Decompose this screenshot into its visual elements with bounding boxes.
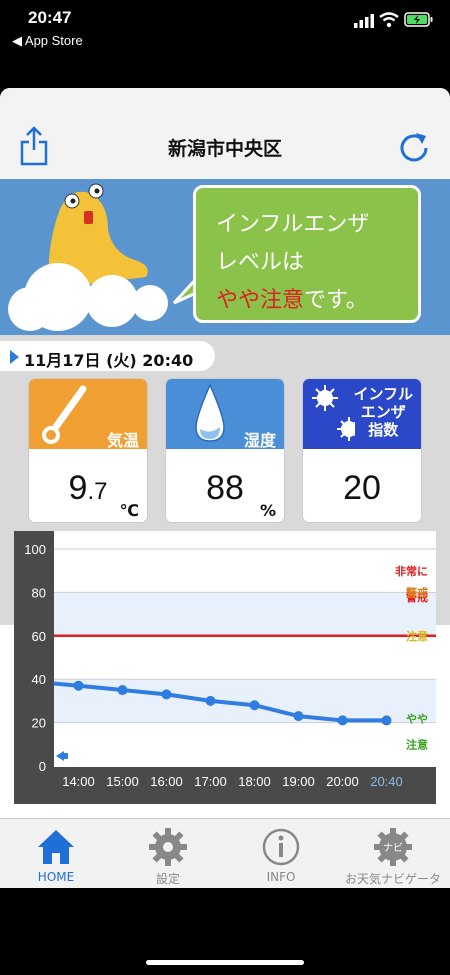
- date-text: 11月17日 (火) 20:40: [24, 351, 194, 370]
- band-label: やや: [406, 713, 428, 726]
- home-icon: [38, 830, 74, 864]
- y-tick-label: 40: [32, 672, 46, 687]
- x-tick-label: 20:40: [370, 774, 403, 789]
- info-icon: [262, 828, 300, 866]
- tab-settings-label: 設定: [155, 872, 180, 886]
- y-tick-label: 20: [32, 716, 46, 731]
- status-time: 20:47: [28, 8, 72, 27]
- y-tick-label: 80: [32, 585, 46, 600]
- tab-info[interactable]: INFO: [225, 819, 337, 888]
- x-tick-label: 16:00: [150, 774, 183, 789]
- bubble-line-3: やや注意です。: [216, 282, 368, 314]
- gear-icon: [149, 828, 187, 866]
- navi-icon: ナビ: [374, 828, 412, 866]
- temperature-label: 気温: [106, 431, 139, 450]
- y-tick-label: 60: [32, 629, 46, 644]
- influenza-index-value: 20: [343, 469, 381, 507]
- influenza-chart: 100 80 60 40 20 0 非常に 警戒 警戒 注意 やや 注意 14:00 15:00 16:00…: [14, 531, 436, 804]
- humidity-label: 湿度: [243, 431, 276, 450]
- temperature-card-header: 気温: [29, 379, 147, 450]
- temperature-card[interactable]: 気温 9.7 ℃: [28, 378, 148, 523]
- bubble-suffix: です。: [304, 288, 368, 313]
- y-tick-label: 100: [24, 542, 46, 557]
- temperature-unit: ℃: [119, 501, 139, 520]
- refresh-icon[interactable]: [398, 130, 430, 162]
- page-title: 新潟市中央区: [167, 138, 282, 160]
- data-point: [161, 689, 172, 700]
- bubble-line-1: インフルエンザ: [216, 212, 370, 237]
- signal-icon: [354, 14, 374, 28]
- influenza-banner: インフルエンザ レベルは やや注意です。: [0, 179, 450, 335]
- data-point: [337, 715, 348, 726]
- tab-home-label: HOME: [37, 870, 75, 884]
- tab-home[interactable]: HOME: [0, 819, 112, 888]
- humidity-unit: %: [259, 501, 276, 520]
- data-point: [249, 700, 260, 711]
- data-point: [205, 695, 216, 706]
- band-fill: [54, 679, 436, 723]
- speech-bubble: インフルエンザ レベルは やや注意です。: [193, 185, 421, 323]
- date-label: 11月17日 (火) 20:40: [0, 341, 215, 371]
- band-label: 非常に: [395, 564, 428, 578]
- x-tick-label: 20:00: [326, 774, 359, 789]
- svg-text:ナビ: ナビ: [383, 842, 403, 854]
- data-point: [293, 711, 304, 722]
- band-fill: [54, 592, 436, 636]
- app-screen: 新潟市中央区 インフルエンザ レベルは やや注意です。 11月17日 (火) 2…: [0, 88, 450, 888]
- home-indicator: [146, 960, 304, 965]
- status-bar: 20:47 ◀ App Store: [0, 0, 450, 88]
- chart-canvas: 100806040200非常に警戒警戒注意やや注意14:00 15:00 16:00…: [24, 531, 436, 789]
- wifi-icon: [379, 12, 399, 28]
- data-point: [73, 680, 84, 691]
- x-tick-label: 15:00: [106, 774, 139, 789]
- date-marker-icon: [10, 350, 19, 364]
- data-point: [117, 685, 128, 696]
- bubble-line-2: レベルは: [216, 250, 305, 275]
- x-tick-label: 18:00: [238, 774, 271, 789]
- tab-weather-navigator[interactable]: ナビ お天気ナビゲータ: [337, 819, 449, 888]
- influenza-index-label: インフル エンザ 指数: [353, 385, 413, 439]
- tab-weather-navigator-label: お天気ナビゲータ: [344, 872, 441, 886]
- tab-bar: HOME 設定 INFO ナビ お天気ナビゲータ: [0, 818, 450, 888]
- x-tick-label: 17:00: [194, 774, 227, 789]
- plot-area: [54, 531, 436, 767]
- influenza-index-card[interactable]: インフル エンザ 指数 20: [302, 378, 422, 523]
- water-drop-icon: [195, 383, 225, 442]
- band-label: 警戒: [405, 586, 428, 600]
- tab-settings[interactable]: 設定: [112, 819, 224, 888]
- influenza-level: やや注意: [216, 288, 305, 313]
- x-tick-label: 14:00: [62, 774, 95, 789]
- influenza-index-card-header: インフル エンザ 指数: [303, 379, 421, 449]
- battery-icon: [404, 12, 433, 27]
- band-label: 注意: [406, 738, 428, 752]
- data-point: [381, 715, 392, 726]
- nav-bar: 新潟市中央区: [0, 88, 450, 181]
- humidity-card-header: 湿度: [166, 379, 284, 450]
- thermometer-icon: [42, 385, 87, 444]
- back-to-app-store[interactable]: ◀ App Store: [12, 33, 83, 49]
- band-label: 注意: [406, 629, 428, 643]
- tab-info-label: INFO: [266, 870, 296, 884]
- x-tick-label: 19:00: [282, 774, 315, 789]
- mascot-illustration: [8, 183, 168, 331]
- y-tick-label: 0: [39, 759, 46, 774]
- humidity-card[interactable]: 湿度 88 %: [165, 378, 285, 523]
- virus-icon: [312, 385, 355, 441]
